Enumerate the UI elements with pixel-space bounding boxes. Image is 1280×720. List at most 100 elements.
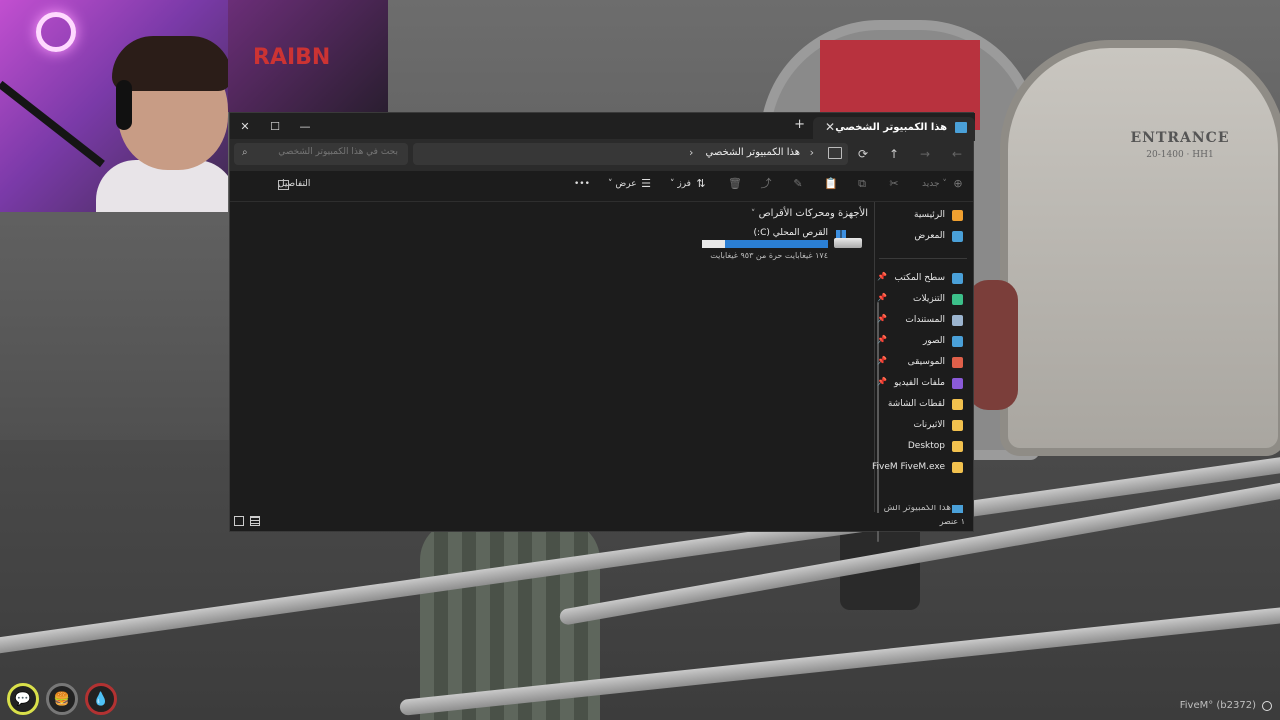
new-tab-button[interactable]: + <box>794 117 805 132</box>
sidebar-item-label: الموسيقى <box>907 357 945 367</box>
monitor-icon <box>828 147 842 159</box>
sort-icon: ⇅ <box>696 177 706 190</box>
forward-arrow-icon[interactable]: → <box>920 147 930 161</box>
pin-icon[interactable]: 📌 <box>877 293 887 302</box>
sidebar-item-8[interactable]: ملفات الفيديو 📌 <box>875 376 967 394</box>
sidebar-item-10[interactable]: الاثيرنات <box>875 418 967 436</box>
sidebar-item-label: لقطات الشاشة <box>887 399 945 409</box>
section-header-devices[interactable]: الأجهزة ومحركات الأقراص ˅ <box>747 208 868 219</box>
pin-icon[interactable]: 📌 <box>877 335 887 344</box>
entrance-sub-sign: 20-1400 · HH1 <box>1146 150 1214 160</box>
sidebar-item-label: الرئيسية <box>914 210 945 220</box>
food-icon: 🍔 <box>46 683 78 715</box>
sidebar-item-label: المستندات <box>905 315 945 325</box>
sidebar-item-7[interactable]: الموسيقى 📌 <box>875 355 967 373</box>
drive-name: القرص المحلي (C:) <box>753 228 828 238</box>
address-toolbar: ⌕ › هذا الكمبيوتر الشخصي › ⟳ ↑ → ← <box>230 139 973 171</box>
sidebar-divider <box>879 258 967 259</box>
drive-body <box>834 238 862 248</box>
webcam-background: RAIBN <box>228 0 388 112</box>
pc-icon <box>955 122 967 133</box>
sidebar-item-label: الصور <box>922 336 945 346</box>
sidebar-item-2[interactable]: المعرض <box>875 229 967 247</box>
cut-icon[interactable]: ✂ <box>888 178 900 190</box>
close-window-button[interactable]: ✕ <box>230 113 260 139</box>
desktop-icon <box>952 273 963 284</box>
chat-icon: 💬 <box>7 683 39 715</box>
paste-icon[interactable]: 📋 <box>824 178 838 190</box>
hard-drive-icon <box>834 230 862 250</box>
chevron-down-icon[interactable]: ˅ <box>751 209 756 219</box>
microphone-arm <box>0 80 105 168</box>
sort-button[interactable]: فرز ˅ <box>670 179 691 189</box>
command-bar: التفاصيل ••• عرض ˅ ☰ فرز ˅ ⇅ 🗑 ⤴ ✎ 📋 ⧉ ✂… <box>230 171 973 202</box>
rename-icon[interactable]: ✎ <box>792 178 804 190</box>
sidebar-item-label: هذا الكمبيوتر الش <box>883 505 951 513</box>
sidebar-item-5[interactable]: المستندات 📌 <box>875 313 967 331</box>
sidebar-item-11[interactable]: Desktop <box>875 439 967 457</box>
breadcrumb-separator-icon[interactable]: › <box>810 146 814 159</box>
pin-icon[interactable]: 📌 <box>877 356 887 365</box>
tab-title: هذا الكمبيوتر الشخصي <box>835 122 947 133</box>
water-icon: 💧 <box>85 683 117 715</box>
chair-brand: RAIBN <box>253 45 331 70</box>
view-button[interactable]: عرض ˅ <box>608 179 637 189</box>
sidebar-item-label: المعرض <box>914 231 945 241</box>
webcam-overlay <box>0 0 228 212</box>
address-field[interactable]: › هذا الكمبيوتر الشخصي › <box>413 143 848 165</box>
sidebar-item-4[interactable]: التنزيلات 📌 <box>875 292 967 310</box>
folder-icon <box>952 462 963 473</box>
back-arrow-icon[interactable]: ← <box>952 147 962 161</box>
new-button[interactable]: ˅ جديد <box>922 179 947 189</box>
more-options-button[interactable]: ••• <box>574 179 590 189</box>
fivem-icon <box>1262 701 1272 711</box>
sidebar-item-label: سطح المكتب <box>894 273 945 283</box>
search-box[interactable]: ⌕ <box>234 143 408 165</box>
entrance-sign: ENTRANCE <box>1130 130 1230 146</box>
sidebar-item-label: ملفات الفيديو <box>894 378 945 388</box>
maximize-button[interactable]: ☐ <box>260 113 290 139</box>
delete-icon[interactable]: 🗑 <box>728 178 742 190</box>
folder-icon <box>952 420 963 431</box>
details-view-icon[interactable] <box>250 516 260 526</box>
tab-this-pc[interactable]: ✕ هذا الكمبيوتر الشخصي <box>813 117 975 141</box>
copy-icon[interactable]: ⧉ <box>856 178 868 190</box>
pin-icon[interactable]: 📌 <box>877 314 887 323</box>
sidebar-item-1[interactable]: الرئيسية <box>875 208 967 226</box>
drive-usage-fill <box>725 240 828 248</box>
details-pane-icon <box>278 180 289 190</box>
pin-icon[interactable]: 📌 <box>877 377 887 386</box>
folder-icon <box>952 441 963 452</box>
chevron-right-icon[interactable]: › <box>689 146 693 159</box>
status-bar: ١ عنصر <box>230 513 973 531</box>
pin-icon[interactable]: 📌 <box>877 272 887 281</box>
tab-close-icon[interactable]: ✕ <box>825 120 835 134</box>
sidebar-item-12[interactable]: FiveM FiveM.exe <box>872 460 967 478</box>
refresh-icon[interactable]: ⟳ <box>858 147 868 161</box>
sidebar-item-3[interactable]: سطح المكتب 📌 <box>875 271 967 289</box>
fivem-build-label: FiveM° (b2372) <box>1179 700 1256 711</box>
drive-c[interactable]: القرص المحلي (C:) ١٧٤ غيغابايت حرة من ٩٥… <box>698 226 862 266</box>
breadcrumb[interactable]: هذا الكمبيوتر الشخصي <box>706 147 801 158</box>
drive-usage-bar <box>702 240 828 248</box>
music-icon <box>952 357 963 368</box>
section-header-label: الأجهزة ومحركات الأقراص <box>758 208 868 219</box>
documents-icon <box>952 315 963 326</box>
sidebar-item-9[interactable]: لقطات الشاشة <box>875 397 967 415</box>
view-label: عرض <box>615 179 637 189</box>
view-icon: ☰ <box>641 177 651 190</box>
sidebar-item-label: FiveM FiveM.exe <box>872 462 945 472</box>
up-arrow-icon[interactable]: ↑ <box>889 147 899 161</box>
sidebar-item-6[interactable]: الصور 📌 <box>875 334 967 352</box>
drive-free-space: ١٧٤ غيغابايت حرة من ٩٥٣ غيغابايت <box>710 251 828 260</box>
new-plus-icon: ⊕ <box>953 177 963 190</box>
navigation-pane: الرئيسية المعرض سطح المكتب 📌 التنزيلات 📌 المست… <box>872 202 973 542</box>
search-input[interactable] <box>256 146 400 158</box>
pc-icon <box>952 505 963 513</box>
share-icon[interactable]: ⤴ <box>760 178 772 190</box>
ring-light <box>36 12 76 52</box>
download-icon <box>952 294 963 305</box>
large-icons-view-icon[interactable] <box>234 516 244 526</box>
file-explorer-window: ✕ ☐ — + ✕ هذا الكمبيوتر الشخصي ⌕ › هذا ا… <box>229 112 975 542</box>
minimize-button[interactable]: — <box>290 113 320 139</box>
